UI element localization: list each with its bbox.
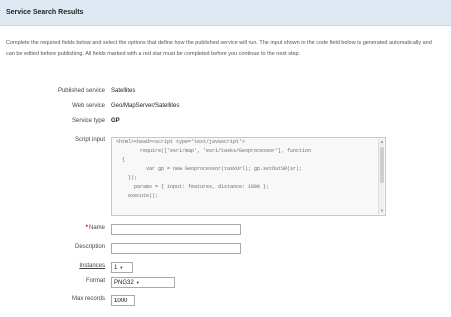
page-title: Service Search Results bbox=[6, 9, 84, 16]
code-line: params = { input: features, distance: 10… bbox=[116, 184, 270, 190]
row-published-service: Published service Satellites bbox=[0, 87, 451, 99]
row-description: Description bbox=[0, 243, 451, 255]
description-input[interactable] bbox=[111, 243, 241, 254]
chevron-down-icon: ▼ bbox=[135, 280, 140, 285]
max-records-label: Max records bbox=[71, 296, 105, 302]
row-web-service: Web service Geo/MapServer/Satellites bbox=[0, 102, 451, 114]
service-type-label: Service type bbox=[71, 118, 105, 124]
script-input-label: Script input bbox=[74, 137, 105, 143]
scroll-up-arrow-icon[interactable]: ▲ bbox=[379, 139, 385, 145]
code-scrollbar[interactable]: ▲ ▼ bbox=[378, 139, 384, 214]
row-name: *Name bbox=[0, 224, 451, 236]
page-description: Complete the required fields below and s… bbox=[6, 40, 432, 57]
name-label: *Name bbox=[86, 225, 105, 231]
web-service-value: Geo/MapServer/Satellites bbox=[111, 103, 180, 109]
script-input-textarea[interactable]: <html><head><script type='text/javascrip… bbox=[111, 137, 386, 216]
max-records-input[interactable] bbox=[111, 295, 135, 306]
format-label: Format bbox=[85, 278, 105, 284]
service-type-value: GP bbox=[111, 118, 120, 124]
instances-label[interactable]: Instances bbox=[79, 263, 105, 269]
description-label: Description bbox=[74, 244, 105, 250]
chevron-down-icon: ▼ bbox=[119, 265, 124, 270]
row-service-type: Service type GP bbox=[0, 117, 451, 129]
row-instances: Instances 1 ▼ bbox=[0, 262, 451, 274]
name-input[interactable] bbox=[111, 224, 241, 235]
format-value: PNG32 bbox=[114, 280, 134, 286]
required-star-icon: * bbox=[85, 225, 88, 231]
published-service-label: Published service bbox=[57, 88, 105, 94]
scroll-thumb[interactable] bbox=[380, 147, 384, 183]
web-service-label: Web service bbox=[72, 103, 105, 109]
instances-select[interactable]: 1 ▼ bbox=[111, 262, 133, 273]
code-line: require(['esri/map', 'esri/tasks/Geoproc… bbox=[116, 148, 312, 154]
row-format: Format PNG32 ▼ bbox=[0, 277, 451, 289]
code-line: var gp = new Geoprocessor(taskUrl); gp.s… bbox=[116, 166, 303, 172]
published-service-value: Satellites bbox=[111, 88, 136, 94]
row-max-records: Max records bbox=[0, 295, 451, 307]
scroll-down-arrow-icon[interactable]: ▼ bbox=[379, 208, 385, 214]
code-line: <html><head><script type='text/javascrip… bbox=[116, 139, 246, 145]
name-label-text: Name bbox=[88, 225, 105, 231]
page-header: Service Search Results bbox=[0, 0, 451, 26]
format-select[interactable]: PNG32 ▼ bbox=[111, 277, 175, 288]
code-line: }); bbox=[116, 175, 138, 181]
instances-value: 1 bbox=[114, 265, 118, 271]
code-line: { bbox=[116, 157, 126, 163]
code-line: execute(); bbox=[116, 193, 159, 199]
